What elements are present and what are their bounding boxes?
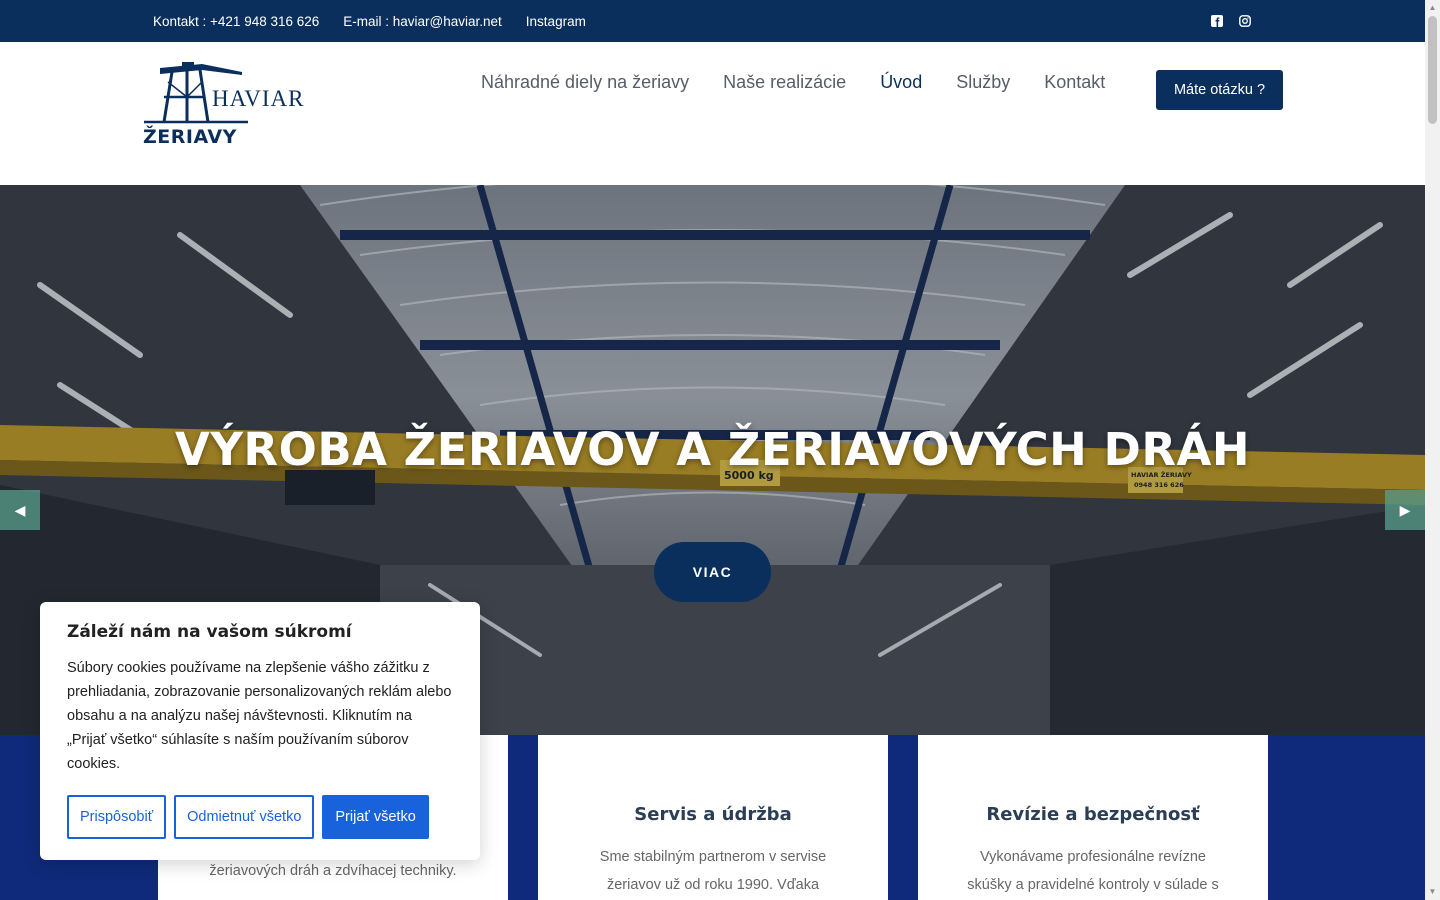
site-logo[interactable]: HAVIAR ŽERIAVY	[142, 62, 312, 152]
scrollbar-thumb[interactable]	[1428, 16, 1437, 124]
facebook-icon[interactable]	[1210, 14, 1224, 28]
social-links	[1210, 0, 1252, 42]
nav-item-contact[interactable]: Kontakt	[1044, 72, 1105, 93]
site-header: HAVIAR ŽERIAVY Náhradné diely na žeriavy…	[0, 42, 1425, 185]
arrow-right-icon: ▶	[1399, 501, 1411, 518]
logo-sub-text: ŽERIAVY	[143, 126, 237, 148]
main-nav: Náhradné diely na žeriavy Naše realizáci…	[481, 72, 1105, 93]
service-card-text: Sme stabilným partnerom v servise žeriav…	[599, 849, 827, 893]
cookie-accept-button[interactable]: Prijať všetko	[322, 795, 429, 839]
cookie-text: Súbory cookies používame na zlepšenie vá…	[67, 660, 452, 772]
ask-question-button[interactable]: Máte otázku ?	[1156, 70, 1283, 110]
slider-prev-button[interactable]: ◀	[0, 490, 40, 530]
scroll-down-icon[interactable]: ▼	[1428, 887, 1437, 897]
nav-item-home[interactable]: Úvod	[880, 72, 922, 93]
nav-item-realizations[interactable]: Naše realizácie	[723, 72, 846, 93]
top-bar-contacts: Kontakt : +421 948 316 626 E-mail : havi…	[153, 0, 586, 42]
nav-item-spare-parts[interactable]: Náhradné diely na žeriavy	[481, 72, 689, 93]
scroll-up-icon[interactable]: ▲	[1428, 3, 1437, 13]
cookie-consent-dialog: Záleží nám na vašom súkromí Súbory cooki…	[40, 602, 480, 860]
cookie-customize-button[interactable]: Prispôsobiť	[67, 795, 167, 839]
cookie-reject-button[interactable]: Odmietnuť všetko	[174, 795, 315, 839]
cookie-buttons: Prispôsobiť Odmietnuť všetko Prijať všet…	[67, 795, 429, 839]
nav-item-services[interactable]: Služby	[956, 72, 1010, 93]
instagram-link[interactable]: Instagram	[526, 14, 586, 29]
slider-next-button[interactable]: ▶	[1385, 490, 1425, 530]
service-card-inspections[interactable]: Revízie a bezpečnosť Vykonávame profesio…	[918, 735, 1268, 900]
service-card-maintenance[interactable]: Servis a údržba Sme stabilným partnerom …	[538, 735, 888, 900]
logo-brand-text: HAVIAR	[212, 86, 305, 111]
arrow-left-icon: ◀	[14, 501, 26, 518]
service-card-text: Vykonávame profesionálne revízne skúšky …	[967, 849, 1219, 893]
top-bar: Kontakt : +421 948 316 626 E-mail : havi…	[0, 0, 1425, 42]
hero-title: VÝROBA ŽERIAVOV A ŽERIAVOVÝCH DRÁH	[175, 423, 1250, 476]
hero-more-button[interactable]: VIAC	[654, 542, 771, 602]
page-scrollbar[interactable]: ▲ ▼	[1425, 0, 1440, 900]
phone-link[interactable]: Kontakt : +421 948 316 626	[153, 14, 319, 29]
service-card-title: Servis a údržba	[634, 804, 792, 825]
service-card-title: Revízie a bezpečnosť	[986, 804, 1200, 825]
instagram-icon[interactable]	[1238, 14, 1252, 28]
email-link[interactable]: E-mail : haviar@haviar.net	[343, 14, 502, 29]
cookie-title: Záleží nám na vašom súkromí	[67, 622, 352, 642]
